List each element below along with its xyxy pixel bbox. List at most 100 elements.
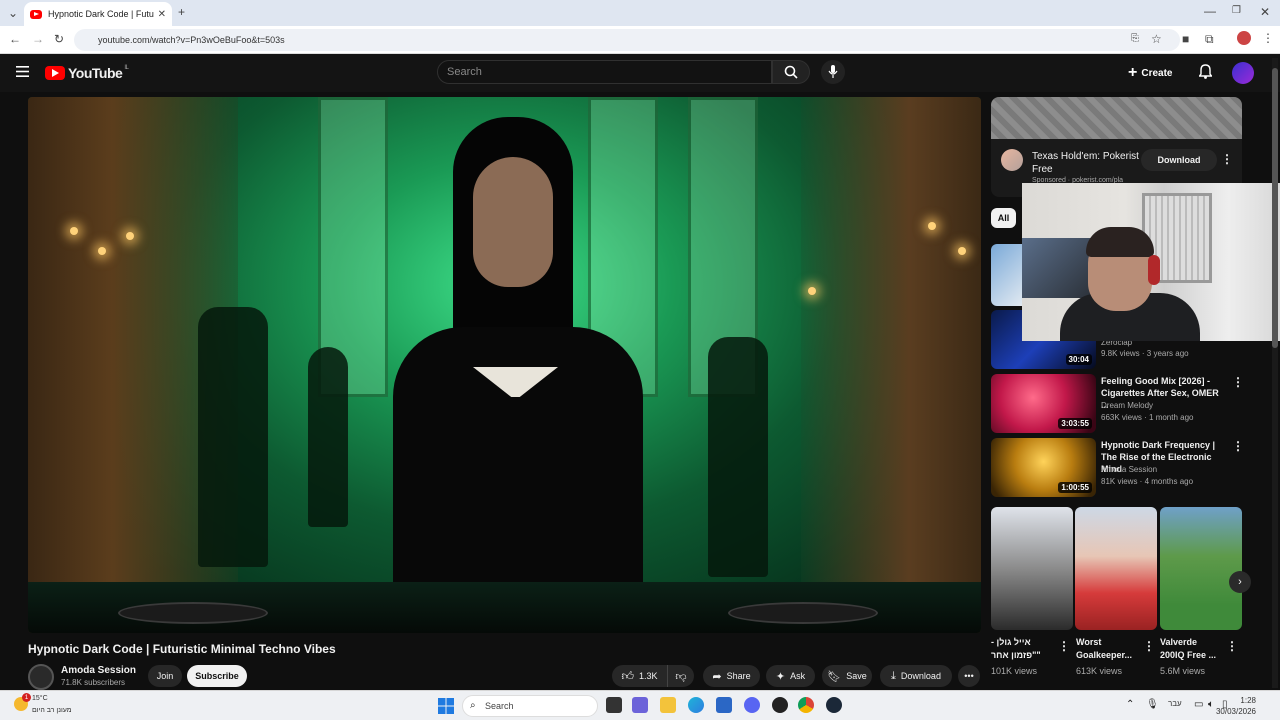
chrome-icon[interactable] — [798, 697, 814, 713]
ad-title[interactable]: Texas Hold'em: Pokerist Free — [1032, 150, 1140, 176]
video-duration: 1:00:55 — [1058, 482, 1092, 493]
minimize-icon[interactable]: — — [1204, 4, 1216, 18]
create-button[interactable]: + Create — [1128, 63, 1172, 83]
sponsored-ad-card[interactable]: Texas Hold'em: Pokerist Free Sponsored ·… — [991, 97, 1242, 197]
like-button[interactable]: 👍︎ 1.3K — [612, 665, 667, 687]
bookmark-star-icon[interactable]: ☆ — [1151, 32, 1162, 46]
join-label: Join — [156, 671, 174, 681]
browser-tab[interactable]: Hypnotic Dark Code | Futuristic ✕ — [24, 2, 172, 26]
address-bar[interactable]: youtube.com/watch?v=Pn3wOeBuFoo&t=503s — [74, 29, 1180, 51]
join-button[interactable]: Join — [148, 665, 182, 687]
recommendation-thumbnail[interactable]: 1:00:55 — [991, 438, 1096, 497]
discord-icon[interactable] — [744, 697, 760, 713]
video-duration: 30:04 — [1065, 354, 1092, 365]
edge-icon[interactable] — [688, 697, 704, 713]
task-view-icon[interactable] — [606, 697, 622, 713]
app-icon[interactable] — [772, 697, 788, 713]
short-thumbnail[interactable] — [1075, 507, 1157, 630]
video-lamp — [70, 227, 78, 235]
system-clock[interactable]: 1:28 30/03/2026 — [1216, 695, 1256, 717]
hamburger-menu-icon[interactable] — [16, 66, 29, 77]
tray-mic-icon[interactable]: 🎙︎ — [1146, 699, 1159, 710]
short-title[interactable]: Valverde 200IQ Free ... — [1160, 636, 1222, 662]
tray-chevron-icon[interactable]: ⌃ — [1126, 699, 1134, 710]
store-icon[interactable] — [716, 697, 732, 713]
tab-search-icon[interactable]: ⌄ — [8, 6, 18, 20]
more-dots-icon: ••• — [964, 671, 974, 681]
ask-label: Ask — [790, 671, 806, 681]
forward-icon[interactable]: → — [32, 32, 44, 46]
download-icon: ⤓ — [891, 669, 896, 682]
ad-download-label: Download — [1157, 155, 1201, 165]
volume-icon[interactable]: 🔈︎ — [1208, 699, 1214, 710]
tab-close-icon[interactable]: ✕ — [158, 9, 166, 20]
steam-icon[interactable] — [826, 697, 842, 713]
windows-start-icon[interactable] — [438, 698, 454, 714]
recommendation-more-icon[interactable]: ⋮ — [1232, 376, 1244, 388]
browser-tab-bar: ⌄ Hypnotic Dark Code | Futuristic ✕ + — … — [0, 0, 1280, 26]
save-button[interactable]: 🔖︎ Save — [822, 665, 872, 687]
taskbar-search[interactable]: Search — [462, 695, 598, 717]
extension-icon[interactable]: ■ — [1182, 32, 1189, 46]
video-lamp — [958, 247, 966, 255]
channel-avatar[interactable] — [28, 664, 54, 690]
notification-badge: 1 — [22, 693, 31, 702]
short-more-icon[interactable]: ⋮ — [1058, 640, 1070, 652]
input-language[interactable]: עבר — [1168, 699, 1182, 708]
short-more-icon[interactable]: ⋮ — [1226, 640, 1238, 652]
video-turntable — [118, 602, 268, 624]
scrollbar-thumb[interactable] — [1272, 68, 1278, 348]
ad-app-icon — [1001, 149, 1023, 171]
chevron-right-icon: › — [1238, 576, 1242, 588]
short-title[interactable]: אייל גולן - "פזמון אחר" — [991, 636, 1053, 662]
account-avatar[interactable] — [1232, 62, 1254, 84]
short-title[interactable]: Worst Goalkeeper... — [1076, 636, 1138, 662]
back-icon[interactable]: ← — [9, 32, 21, 46]
notifications-bell-icon[interactable] — [1199, 64, 1212, 79]
chip-all[interactable]: All — [991, 208, 1016, 228]
shorts-next-button[interactable]: › — [1229, 571, 1251, 593]
profile-avatar-icon[interactable] — [1237, 31, 1251, 45]
download-button[interactable]: ⤓ Download — [880, 665, 952, 687]
browser-menu-icon[interactable]: ⋮ — [1262, 31, 1274, 45]
dislike-button[interactable]: 👎︎ — [667, 665, 694, 687]
voice-search-button[interactable] — [821, 60, 845, 84]
video-lamp — [98, 247, 106, 255]
maximize-icon[interactable]: ❐ — [1232, 5, 1241, 16]
taskbar-search-label: Search — [485, 701, 514, 711]
new-tab-icon[interactable]: + — [178, 5, 185, 19]
video-lamp — [126, 232, 134, 240]
network-icon[interactable]: ▭ — [1194, 699, 1203, 710]
youtube-logo[interactable]: YouTube IL — [45, 65, 129, 81]
share-button[interactable]: ➦ Share — [703, 665, 760, 687]
video-player[interactable] — [28, 97, 981, 633]
subscribe-label: Subscribe — [195, 671, 239, 681]
channel-name[interactable]: Amoda Session — [61, 665, 136, 676]
short-views: 613K views — [1076, 666, 1123, 676]
cast-icon[interactable]: ⎘ — [1131, 33, 1139, 44]
window-close-icon[interactable]: ✕ — [1260, 5, 1270, 19]
ask-button[interactable]: ✦ Ask — [766, 665, 815, 687]
short-more-icon[interactable]: ⋮ — [1143, 640, 1155, 652]
ad-more-icon[interactable]: ⋮ — [1221, 153, 1233, 165]
video-dancer — [708, 337, 768, 577]
recommendation-channel[interactable]: Dream Melody — [1101, 401, 1153, 410]
recommendation-thumbnail[interactable]: 3:03:55 — [991, 374, 1096, 433]
taskbar-search-icon: ⌕ — [470, 700, 476, 711]
subscribe-button[interactable]: Subscribe — [187, 665, 247, 687]
recommendation-more-icon[interactable]: ⋮ — [1232, 440, 1244, 452]
search-button[interactable] — [772, 60, 810, 84]
ad-download-button[interactable]: Download — [1141, 149, 1217, 171]
youtube-header: YouTube IL Search + Create — [0, 54, 1280, 92]
teams-icon[interactable] — [632, 697, 648, 713]
recommendation-channel[interactable]: Amoda Session — [1101, 465, 1157, 474]
extensions-puzzle-icon[interactable]: ⧉ — [1205, 32, 1214, 47]
short-thumbnail[interactable] — [991, 507, 1073, 630]
video-lamp — [808, 287, 816, 295]
page-scrollbar[interactable] — [1272, 58, 1278, 688]
file-explorer-icon[interactable] — [660, 697, 676, 713]
reload-icon[interactable]: ↻ — [54, 32, 64, 46]
more-actions-button[interactable]: ••• — [958, 665, 980, 687]
short-thumbnail[interactable] — [1160, 507, 1242, 630]
search-input[interactable]: Search — [437, 60, 772, 84]
